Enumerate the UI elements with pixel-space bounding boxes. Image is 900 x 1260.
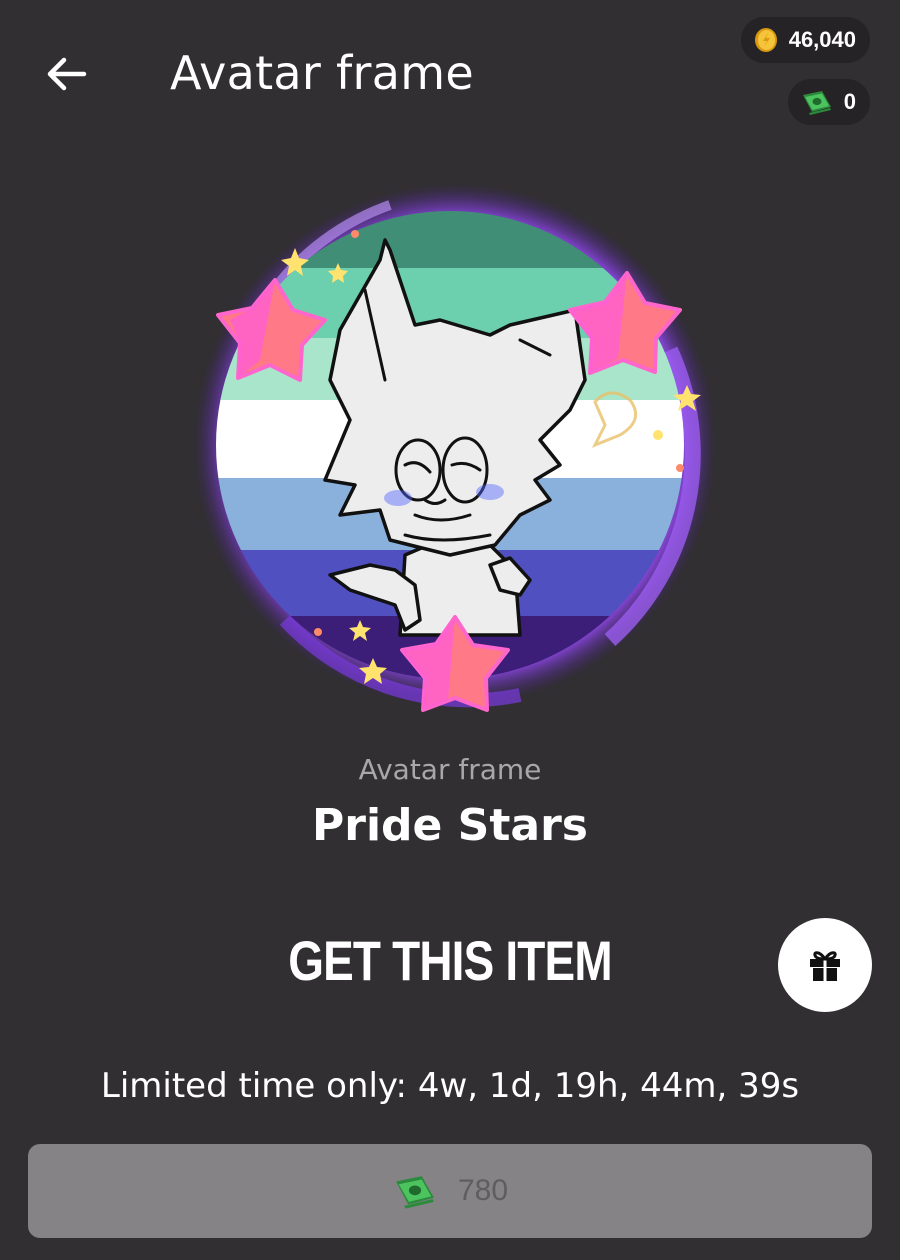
gift-icon xyxy=(810,951,840,981)
gold-coin-icon xyxy=(754,28,777,52)
price-label: 780 xyxy=(457,1174,509,1207)
banknote-icon xyxy=(802,91,831,115)
get-item-heading: GET THIS ITEM xyxy=(288,929,612,992)
buy-button[interactable]: 780 xyxy=(28,1144,872,1238)
coins-amount: 46,040 xyxy=(788,27,856,52)
arrow-left-icon xyxy=(47,57,87,91)
gift-button[interactable] xyxy=(778,918,872,1012)
limited-time-countdown: Limited time only: 4w, 1d, 19h, 44m, 39s xyxy=(100,1066,800,1106)
cash-balance[interactable]: 0 xyxy=(787,79,870,125)
avatar-frame-screen: Avatar frame 46,040 0 Avatar frame Pride… xyxy=(0,0,900,1260)
banknote-icon xyxy=(396,1176,434,1209)
item-name: Pride Stars xyxy=(312,800,588,851)
coins-balance[interactable]: 46,040 xyxy=(740,17,870,63)
cash-amount: 0 xyxy=(843,89,856,114)
item-category: Avatar frame xyxy=(358,753,542,786)
page-title: Avatar frame xyxy=(170,46,474,100)
back-button[interactable] xyxy=(36,44,96,104)
avatar-frame-preview xyxy=(190,180,730,720)
